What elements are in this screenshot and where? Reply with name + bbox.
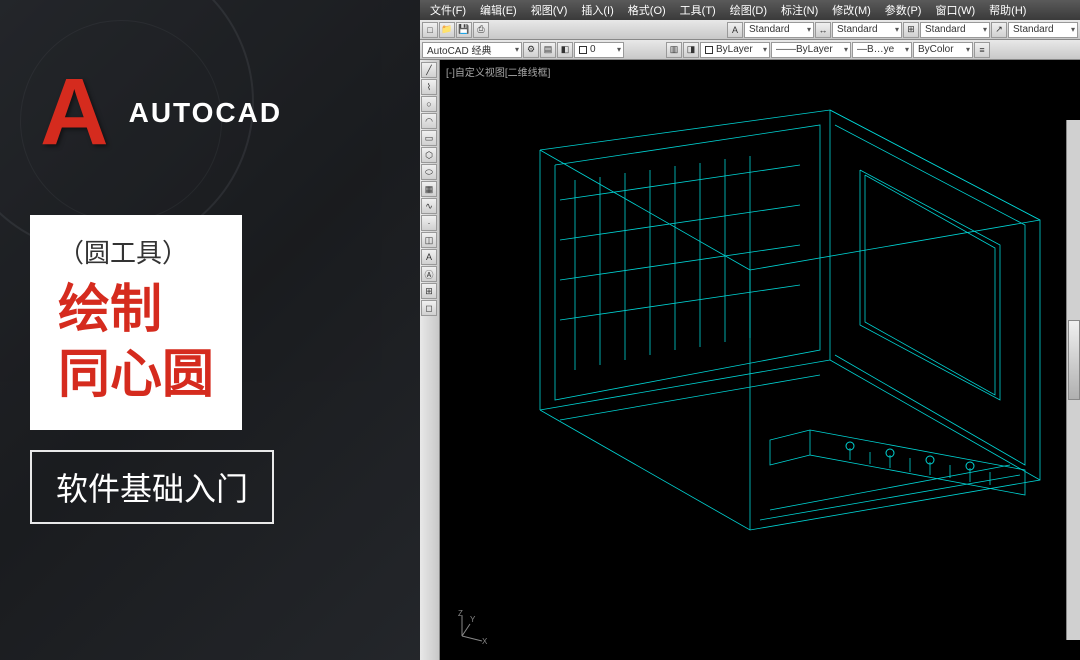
menu-window[interactable]: 窗口(W) [929, 1, 981, 19]
lineweight-dropdown[interactable]: —B…ye [852, 42, 912, 58]
tool-text-icon[interactable]: A [421, 249, 437, 265]
menu-modify[interactable]: 修改(M) [826, 1, 877, 19]
viewport-label[interactable]: [-]自定义视图[二维线框] [446, 64, 550, 79]
color-dropdown[interactable]: ByLayer [700, 42, 770, 58]
tb-layerstate-icon[interactable]: ▥ [666, 42, 682, 58]
tool-mtext-icon[interactable]: Ⓐ [421, 266, 437, 282]
workspace-dropdown[interactable]: AutoCAD 经典 [422, 42, 522, 58]
vertical-scrollbar[interactable] [1066, 120, 1080, 640]
tb-annotation-icon[interactable]: A [727, 22, 743, 38]
menu-insert[interactable]: 插入(I) [575, 1, 619, 19]
tb-dim-icon[interactable]: ↔ [815, 22, 831, 38]
menu-help[interactable]: 帮助(H) [983, 1, 1032, 19]
ucs-z-label: Z [458, 609, 463, 618]
tool-table-icon[interactable]: ⊞ [421, 283, 437, 299]
promo-panel: A AUTOCAD （圆工具） 绘制 同心圆 软件基础入门 [0, 0, 420, 660]
layer-dropdown[interactable]: 0 [574, 42, 624, 58]
ucs-indicator[interactable]: X Y Z [452, 606, 492, 648]
menu-draw[interactable]: 绘图(D) [724, 1, 773, 19]
tool-circle-icon[interactable]: ○ [421, 96, 437, 112]
canvas-area: ╱ ⌇ ○ ◠ ▭ ⬡ ⬭ ▦ ∿ · ◫ A Ⓐ ⊞ ◻ [-]自定义视图[二… [420, 60, 1080, 660]
menu-tools[interactable]: 工具(T) [674, 1, 722, 19]
tool-hatch-icon[interactable]: ▦ [421, 181, 437, 197]
tablestyle-dropdown[interactable]: Standard [920, 22, 990, 38]
toolbar-styles: □ 📁 💾 ⎙ A Standard ↔ Standard ⊞ Standard… [420, 20, 1080, 40]
tb-layer1-icon[interactable]: ▤ [540, 42, 556, 58]
drawing-canvas[interactable]: [-]自定义视图[二维线框] [440, 60, 1080, 660]
tool-polygon-icon[interactable]: ⬡ [421, 147, 437, 163]
tool-rectangle-icon[interactable]: ▭ [421, 130, 437, 146]
tb-table-icon[interactable]: ⊞ [903, 22, 919, 38]
tb-layeriso-icon[interactable]: ◨ [683, 42, 699, 58]
tool-arc-icon[interactable]: ◠ [421, 113, 437, 129]
draw-toolbar: ╱ ⌇ ○ ◠ ▭ ⬡ ⬭ ▦ ∿ · ◫ A Ⓐ ⊞ ◻ [420, 60, 440, 660]
wireframe-model [470, 100, 1050, 580]
menu-edit[interactable]: 编辑(E) [474, 1, 523, 19]
tool-label: （圆工具） [58, 233, 214, 270]
tb-save-icon[interactable]: 💾 [456, 22, 472, 38]
autocad-wordmark: AUTOCAD [129, 97, 282, 129]
plotstyle-dropdown[interactable]: ByColor [913, 42, 973, 58]
tb-print-icon[interactable]: ⎙ [473, 22, 489, 38]
textstyle-dropdown[interactable]: Standard [744, 22, 814, 38]
tb-layer2-icon[interactable]: ◧ [557, 42, 573, 58]
tool-point-icon[interactable]: · [421, 215, 437, 231]
tb-open-icon[interactable]: 📁 [439, 22, 455, 38]
dimstyle-dropdown[interactable]: Standard [832, 22, 902, 38]
title-line-2: 同心圆 [58, 343, 214, 408]
tool-spline-icon[interactable]: ∿ [421, 198, 437, 214]
menu-format[interactable]: 格式(O) [622, 1, 672, 19]
tb-workspace-gear-icon[interactable]: ⚙ [523, 42, 539, 58]
autocad-logo-icon: A [40, 65, 109, 160]
tb-props-icon[interactable]: ≡ [974, 42, 990, 58]
tool-polyline-icon[interactable]: ⌇ [421, 79, 437, 95]
menubar: 文件(F) 编辑(E) 视图(V) 插入(I) 格式(O) 工具(T) 绘图(D… [420, 0, 1080, 20]
tool-block-icon[interactable]: ◫ [421, 232, 437, 248]
tb-new-icon[interactable]: □ [422, 22, 438, 38]
mleaderstyle-dropdown[interactable]: Standard [1008, 22, 1078, 38]
logo-row: A AUTOCAD [40, 65, 282, 160]
tool-line-icon[interactable]: ╱ [421, 62, 437, 78]
intro-card: 软件基础入门 [30, 450, 274, 524]
intro-text: 软件基础入门 [56, 464, 248, 510]
menu-file[interactable]: 文件(F) [424, 1, 472, 19]
menu-view[interactable]: 视图(V) [525, 1, 574, 19]
ucs-x-label: X [482, 637, 488, 646]
tool-ellipse-icon[interactable]: ⬭ [421, 164, 437, 180]
title-card: （圆工具） 绘制 同心圆 [30, 215, 242, 430]
title-line-1: 绘制 [58, 278, 214, 343]
tool-region-icon[interactable]: ◻ [421, 300, 437, 316]
vertical-scrollbar-thumb[interactable] [1068, 320, 1080, 400]
autocad-window: 文件(F) 编辑(E) 视图(V) 插入(I) 格式(O) 工具(T) 绘图(D… [420, 0, 1080, 660]
linetype-dropdown[interactable]: ——ByLayer [771, 42, 851, 58]
menu-dimension[interactable]: 标注(N) [775, 1, 824, 19]
toolbar-properties: AutoCAD 经典 ⚙ ▤ ◧ 0 ▥ ◨ ByLayer ——ByLayer… [420, 40, 1080, 60]
ucs-y-label: Y [470, 615, 476, 624]
tb-mleader-icon[interactable]: ↗ [991, 22, 1007, 38]
menu-parametric[interactable]: 参数(P) [879, 1, 928, 19]
